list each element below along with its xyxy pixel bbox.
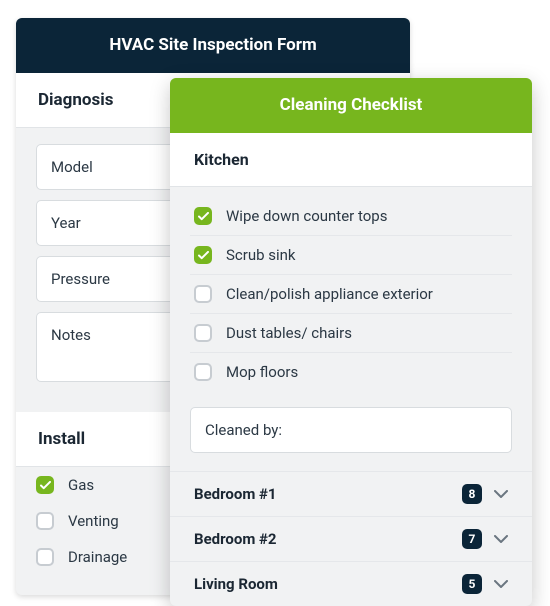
checkbox-icon — [194, 324, 212, 342]
chevron-down-icon — [494, 485, 508, 503]
room-row-bedroom-1[interactable]: Bedroom #1 8 — [170, 471, 532, 516]
room-name: Bedroom #2 — [194, 530, 277, 548]
room-row-living-room[interactable]: Living Room 5 — [170, 561, 532, 606]
room-count-badge: 5 — [462, 574, 482, 594]
checkbox-icon — [194, 207, 212, 225]
room-count-badge: 8 — [462, 484, 482, 504]
room-name: Living Room — [194, 575, 278, 593]
checkbox-icon — [36, 476, 54, 494]
checklist-item-label: Scrub sink — [226, 246, 296, 264]
checklist-item-label: Clean/polish appliance exterior — [226, 285, 433, 303]
checkbox-icon — [36, 548, 54, 566]
cleaning-checklist-card: Cleaning Checklist Kitchen Wipe down cou… — [170, 78, 532, 606]
install-option-label: Drainage — [68, 548, 127, 566]
room-row-bedroom-2[interactable]: Bedroom #2 7 — [170, 516, 532, 561]
checkbox-icon — [194, 363, 212, 381]
checkbox-icon — [194, 246, 212, 264]
checklist-item-label: Wipe down counter tops — [226, 207, 387, 225]
chevron-down-icon — [494, 575, 508, 593]
checklist-item[interactable]: Wipe down counter tops — [190, 197, 512, 236]
install-option-label: Gas — [68, 476, 94, 494]
room-name: Bedroom #1 — [194, 485, 277, 503]
room-count-badge: 7 — [462, 529, 482, 549]
chevron-down-icon — [494, 530, 508, 548]
checkbox-icon — [194, 285, 212, 303]
checklist-item[interactable]: Scrub sink — [190, 236, 512, 275]
checklist-item-label: Dust tables/ chairs — [226, 324, 352, 342]
kitchen-section-title: Kitchen — [170, 133, 532, 187]
cleaned-by-input[interactable]: Cleaned by: — [190, 407, 512, 453]
checklist-item[interactable]: Dust tables/ chairs — [190, 314, 512, 353]
kitchen-items: Wipe down counter tops Scrub sink Clean/… — [170, 187, 532, 391]
cleaning-checklist-title: Cleaning Checklist — [170, 78, 532, 133]
install-option-label: Venting — [68, 512, 119, 530]
checklist-item[interactable]: Mop floors — [190, 353, 512, 391]
checklist-item-label: Mop floors — [226, 363, 298, 381]
checkbox-icon — [36, 512, 54, 530]
hvac-form-title: HVAC Site Inspection Form — [16, 18, 410, 73]
checklist-item[interactable]: Clean/polish appliance exterior — [190, 275, 512, 314]
